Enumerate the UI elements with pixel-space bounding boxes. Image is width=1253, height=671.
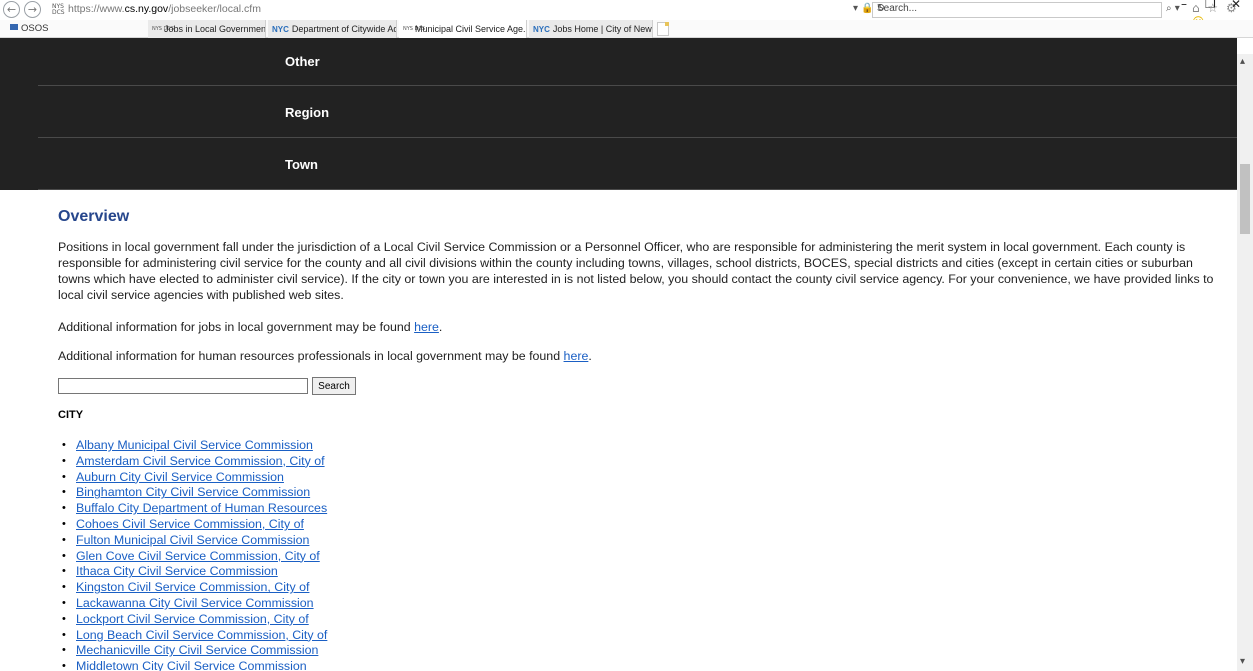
city-link-glen-cove[interactable]: Glen Cove Civil Service Commission, City… <box>76 549 320 563</box>
list-item: Cohoes Civil Service Commission, City of <box>62 517 327 533</box>
city-link-kingston[interactable]: Kingston Civil Service Commission, City … <box>76 580 309 594</box>
list-item: Glen Cove Civil Service Commission, City… <box>62 549 327 565</box>
list-item: Long Beach Civil Service Commission, Cit… <box>62 628 327 644</box>
hr-info-line: Additional information for human resourc… <box>58 348 1220 364</box>
tab-label: Department of Citywide Admi... <box>291 24 396 34</box>
nav-divider <box>38 85 1237 86</box>
city-link-middletown[interactable]: Middletown City Civil Service Commission <box>76 659 307 671</box>
nav-item-label: Town <box>285 157 318 172</box>
tab-favicon-icon: NYS DCS <box>152 26 175 33</box>
site-favicon-icon: NYS DCS <box>52 3 65 16</box>
city-link-ithaca[interactable]: Ithaca City Civil Service Commission <box>76 564 278 578</box>
list-item: Albany Municipal Civil Service Commissio… <box>62 438 327 454</box>
jobs-info-text: Additional information for jobs in local… <box>58 320 415 334</box>
list-item: Buffalo City Department of Human Resourc… <box>62 501 327 517</box>
back-button-icon[interactable]: ← <box>3 1 20 18</box>
nav-divider <box>38 137 1237 138</box>
dark-nav-menu: Other Region Town <box>0 38 1237 190</box>
city-link-binghamton[interactable]: Binghamton City Civil Service Commission <box>76 485 310 499</box>
city-link-amsterdam[interactable]: Amsterdam Civil Service Commission, City… <box>76 454 325 468</box>
city-link-auburn[interactable]: Auburn City Civil Service Commission <box>76 470 284 484</box>
restore-icon[interactable]: ❐ <box>1205 0 1216 11</box>
list-item: Kingston Civil Service Commission, City … <box>62 580 327 596</box>
city-link-albany[interactable]: Albany Municipal Civil Service Commissio… <box>76 438 313 452</box>
overview-paragraph: Positions in local government fall under… <box>58 240 1214 302</box>
forward-button-icon[interactable]: → <box>24 1 41 18</box>
scroll-up-arrow-icon[interactable]: ▴ <box>1240 56 1245 67</box>
city-link-lockport[interactable]: Lockport Civil Service Commission, City … <box>76 612 309 626</box>
list-item: Mechanicville City Civil Service Commiss… <box>62 643 327 659</box>
tab-jobs-home-nyc[interactable]: NYCJobs Home | City of New York <box>529 20 653 38</box>
period: . <box>438 320 443 334</box>
hr-info-text: Additional information for human resourc… <box>58 349 564 363</box>
close-window-icon[interactable]: ✕ <box>1231 0 1241 11</box>
hr-info-here-link[interactable]: here <box>564 349 589 363</box>
list-item: Fulton Municipal Civil Service Commissio… <box>62 533 327 549</box>
list-item: Binghamton City Civil Service Commission <box>62 485 327 501</box>
minimize-icon[interactable]: – <box>1181 0 1187 11</box>
url-path: /jobseeker/local.cfm <box>168 3 261 15</box>
site-search-button[interactable]: Search <box>312 377 356 395</box>
tab-citywide-admin[interactable]: NYCDepartment of Citywide Admi... <box>268 20 397 38</box>
scroll-down-arrow-icon[interactable]: ▾ <box>1240 656 1245 667</box>
nav-item-label: Region <box>285 105 330 120</box>
tab-label: Jobs Home | City of New York <box>552 24 652 34</box>
search-icon[interactable]: ⌕ ▾ <box>1166 3 1180 14</box>
list-item: Auburn City Civil Service Commission <box>62 470 327 486</box>
tab-label: Municipal Civil Service Age... <box>415 24 527 34</box>
tab-label: Jobs in Local Government <box>164 24 266 34</box>
overview-heading: Overview <box>58 208 130 225</box>
jobs-info-here-link[interactable]: here <box>414 320 439 334</box>
osos-favicon-icon <box>10 24 18 30</box>
list-item: Lockport Civil Service Commission, City … <box>62 612 327 628</box>
tab-municipal-civil-service[interactable]: NYS DCSMunicipal Civil Service Age...✕ <box>399 20 527 38</box>
site-search-input[interactable] <box>58 378 308 394</box>
list-item: Lackawanna City Civil Service Commission <box>62 596 327 612</box>
city-link-cohoes[interactable]: Cohoes Civil Service Commission, City of <box>76 517 304 531</box>
scrollbar-thumb[interactable] <box>1240 164 1250 234</box>
period: . <box>588 349 592 363</box>
list-item: Middletown City Civil Service Commission <box>62 659 327 671</box>
city-link-long-beach[interactable]: Long Beach Civil Service Commission, Cit… <box>76 628 327 642</box>
city-link-lackawanna[interactable]: Lackawanna City Civil Service Commission <box>76 596 314 610</box>
tab-jobs-local-government[interactable]: NYS DCSJobs in Local Government <box>148 20 266 38</box>
city-link-mechanicville[interactable]: Mechanicville City Civil Service Commiss… <box>76 643 318 657</box>
url-prefix: https://www. <box>68 3 125 15</box>
new-tab-button[interactable] <box>657 22 669 36</box>
city-list: Albany Municipal Civil Service Commissio… <box>62 438 327 671</box>
city-link-buffalo[interactable]: Buffalo City Department of Human Resourc… <box>76 501 327 515</box>
url-domain: cs.ny.gov <box>124 3 169 15</box>
city-link-fulton[interactable]: Fulton Municipal Civil Service Commissio… <box>76 533 309 547</box>
browser-search-placeholder: Search... <box>877 3 918 14</box>
city-heading: CITY <box>58 409 84 421</box>
browser-address-bar: ← → NYS DCS https://www.cs.ny.gov/jobsee… <box>0 0 1253 29</box>
tab-favicon-icon: NYS DCS <box>403 26 426 33</box>
url-field[interactable]: https://www.cs.ny.gov/jobseeker/local.cf… <box>68 3 261 15</box>
vertical-scrollbar[interactable]: ▴ ▾ <box>1237 54 1253 671</box>
nav-divider <box>38 189 1237 190</box>
list-item: Ithaca City Civil Service Commission <box>62 564 327 580</box>
favorite-osos[interactable]: OSOS <box>10 23 48 34</box>
tab-favicon-icon: NYC <box>533 25 550 34</box>
list-item: Amsterdam Civil Service Commission, City… <box>62 454 327 470</box>
nav-item-label: Other <box>285 54 320 69</box>
page-viewport: Other Region Town Overview Positions in … <box>0 38 1237 671</box>
tab-favicon-icon: NYC <box>272 25 289 34</box>
jobs-info-line: Additional information for jobs in local… <box>58 319 1220 335</box>
favorite-osos-label: OSOS <box>21 23 49 34</box>
